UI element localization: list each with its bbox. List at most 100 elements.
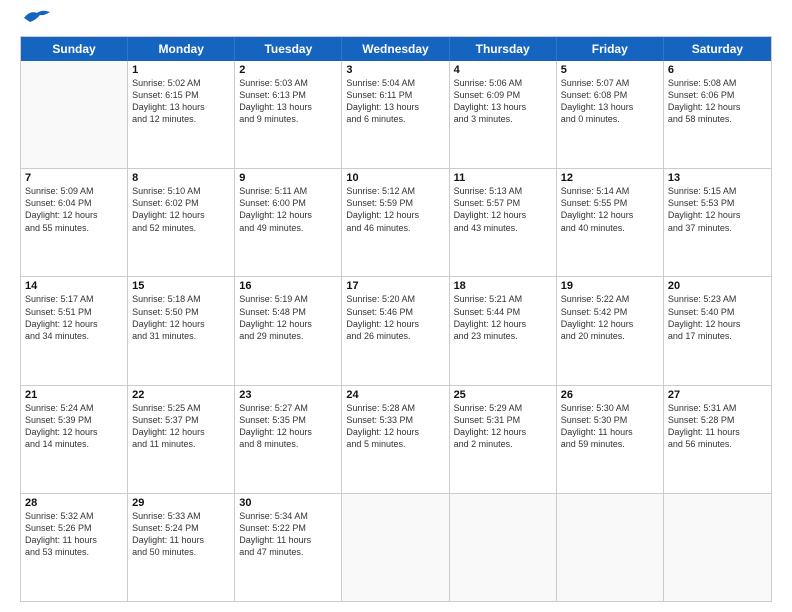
header-day-saturday: Saturday (664, 37, 771, 61)
day-number: 23 (239, 389, 337, 401)
day-info: Sunrise: 5:24 AM Sunset: 5:39 PM Dayligh… (25, 402, 123, 451)
day-number: 6 (668, 64, 767, 76)
day-cell-20: 20Sunrise: 5:23 AM Sunset: 5:40 PM Dayli… (664, 277, 771, 384)
day-info: Sunrise: 5:14 AM Sunset: 5:55 PM Dayligh… (561, 185, 659, 234)
day-info: Sunrise: 5:12 AM Sunset: 5:59 PM Dayligh… (346, 185, 444, 234)
day-number: 16 (239, 280, 337, 292)
day-number: 27 (668, 389, 767, 401)
day-number: 26 (561, 389, 659, 401)
header-day-monday: Monday (128, 37, 235, 61)
day-info: Sunrise: 5:09 AM Sunset: 6:04 PM Dayligh… (25, 185, 123, 234)
day-cell-1: 1Sunrise: 5:02 AM Sunset: 6:15 PM Daylig… (128, 61, 235, 168)
day-info: Sunrise: 5:31 AM Sunset: 5:28 PM Dayligh… (668, 402, 767, 451)
week-row-3: 14Sunrise: 5:17 AM Sunset: 5:51 PM Dayli… (21, 277, 771, 385)
day-cell-7: 7Sunrise: 5:09 AM Sunset: 6:04 PM Daylig… (21, 169, 128, 276)
day-info: Sunrise: 5:27 AM Sunset: 5:35 PM Dayligh… (239, 402, 337, 451)
day-info: Sunrise: 5:25 AM Sunset: 5:37 PM Dayligh… (132, 402, 230, 451)
day-cell-23: 23Sunrise: 5:27 AM Sunset: 5:35 PM Dayli… (235, 386, 342, 493)
day-number: 7 (25, 172, 123, 184)
day-cell-6: 6Sunrise: 5:08 AM Sunset: 6:06 PM Daylig… (664, 61, 771, 168)
day-info: Sunrise: 5:10 AM Sunset: 6:02 PM Dayligh… (132, 185, 230, 234)
header-day-tuesday: Tuesday (235, 37, 342, 61)
day-cell-3: 3Sunrise: 5:04 AM Sunset: 6:11 PM Daylig… (342, 61, 449, 168)
empty-cell (342, 494, 449, 601)
day-cell-15: 15Sunrise: 5:18 AM Sunset: 5:50 PM Dayli… (128, 277, 235, 384)
day-cell-18: 18Sunrise: 5:21 AM Sunset: 5:44 PM Dayli… (450, 277, 557, 384)
page: SundayMondayTuesdayWednesdayThursdayFrid… (0, 0, 792, 612)
day-info: Sunrise: 5:22 AM Sunset: 5:42 PM Dayligh… (561, 293, 659, 342)
day-cell-12: 12Sunrise: 5:14 AM Sunset: 5:55 PM Dayli… (557, 169, 664, 276)
day-number: 4 (454, 64, 552, 76)
day-info: Sunrise: 5:11 AM Sunset: 6:00 PM Dayligh… (239, 185, 337, 234)
day-number: 9 (239, 172, 337, 184)
day-info: Sunrise: 5:32 AM Sunset: 5:26 PM Dayligh… (25, 510, 123, 559)
week-row-4: 21Sunrise: 5:24 AM Sunset: 5:39 PM Dayli… (21, 386, 771, 494)
day-cell-27: 27Sunrise: 5:31 AM Sunset: 5:28 PM Dayli… (664, 386, 771, 493)
header-day-thursday: Thursday (450, 37, 557, 61)
day-info: Sunrise: 5:03 AM Sunset: 6:13 PM Dayligh… (239, 77, 337, 126)
day-number: 28 (25, 497, 123, 509)
day-cell-2: 2Sunrise: 5:03 AM Sunset: 6:13 PM Daylig… (235, 61, 342, 168)
day-cell-14: 14Sunrise: 5:17 AM Sunset: 5:51 PM Dayli… (21, 277, 128, 384)
day-number: 2 (239, 64, 337, 76)
empty-cell (450, 494, 557, 601)
day-number: 25 (454, 389, 552, 401)
day-number: 17 (346, 280, 444, 292)
day-cell-13: 13Sunrise: 5:15 AM Sunset: 5:53 PM Dayli… (664, 169, 771, 276)
day-number: 19 (561, 280, 659, 292)
day-number: 30 (239, 497, 337, 509)
day-info: Sunrise: 5:08 AM Sunset: 6:06 PM Dayligh… (668, 77, 767, 126)
empty-cell (664, 494, 771, 601)
header-day-wednesday: Wednesday (342, 37, 449, 61)
day-cell-11: 11Sunrise: 5:13 AM Sunset: 5:57 PM Dayli… (450, 169, 557, 276)
day-info: Sunrise: 5:30 AM Sunset: 5:30 PM Dayligh… (561, 402, 659, 451)
day-info: Sunrise: 5:02 AM Sunset: 6:15 PM Dayligh… (132, 77, 230, 126)
day-number: 3 (346, 64, 444, 76)
day-info: Sunrise: 5:15 AM Sunset: 5:53 PM Dayligh… (668, 185, 767, 234)
day-cell-16: 16Sunrise: 5:19 AM Sunset: 5:48 PM Dayli… (235, 277, 342, 384)
day-info: Sunrise: 5:07 AM Sunset: 6:08 PM Dayligh… (561, 77, 659, 126)
logo-bird-icon (22, 8, 52, 28)
day-info: Sunrise: 5:06 AM Sunset: 6:09 PM Dayligh… (454, 77, 552, 126)
day-cell-28: 28Sunrise: 5:32 AM Sunset: 5:26 PM Dayli… (21, 494, 128, 601)
day-number: 1 (132, 64, 230, 76)
day-cell-19: 19Sunrise: 5:22 AM Sunset: 5:42 PM Dayli… (557, 277, 664, 384)
day-cell-17: 17Sunrise: 5:20 AM Sunset: 5:46 PM Dayli… (342, 277, 449, 384)
logo (20, 18, 52, 28)
day-number: 14 (25, 280, 123, 292)
day-cell-8: 8Sunrise: 5:10 AM Sunset: 6:02 PM Daylig… (128, 169, 235, 276)
day-number: 20 (668, 280, 767, 292)
day-cell-4: 4Sunrise: 5:06 AM Sunset: 6:09 PM Daylig… (450, 61, 557, 168)
week-row-2: 7Sunrise: 5:09 AM Sunset: 6:04 PM Daylig… (21, 169, 771, 277)
day-info: Sunrise: 5:23 AM Sunset: 5:40 PM Dayligh… (668, 293, 767, 342)
day-info: Sunrise: 5:20 AM Sunset: 5:46 PM Dayligh… (346, 293, 444, 342)
day-number: 12 (561, 172, 659, 184)
calendar-body: 1Sunrise: 5:02 AM Sunset: 6:15 PM Daylig… (21, 61, 771, 601)
day-cell-30: 30Sunrise: 5:34 AM Sunset: 5:22 PM Dayli… (235, 494, 342, 601)
day-number: 24 (346, 389, 444, 401)
day-cell-29: 29Sunrise: 5:33 AM Sunset: 5:24 PM Dayli… (128, 494, 235, 601)
day-info: Sunrise: 5:33 AM Sunset: 5:24 PM Dayligh… (132, 510, 230, 559)
day-info: Sunrise: 5:04 AM Sunset: 6:11 PM Dayligh… (346, 77, 444, 126)
day-cell-24: 24Sunrise: 5:28 AM Sunset: 5:33 PM Dayli… (342, 386, 449, 493)
header-day-sunday: Sunday (21, 37, 128, 61)
empty-cell (21, 61, 128, 168)
header-day-friday: Friday (557, 37, 664, 61)
day-info: Sunrise: 5:29 AM Sunset: 5:31 PM Dayligh… (454, 402, 552, 451)
calendar-header: SundayMondayTuesdayWednesdayThursdayFrid… (21, 37, 771, 61)
empty-cell (557, 494, 664, 601)
day-info: Sunrise: 5:28 AM Sunset: 5:33 PM Dayligh… (346, 402, 444, 451)
day-info: Sunrise: 5:34 AM Sunset: 5:22 PM Dayligh… (239, 510, 337, 559)
day-number: 8 (132, 172, 230, 184)
week-row-5: 28Sunrise: 5:32 AM Sunset: 5:26 PM Dayli… (21, 494, 771, 601)
day-number: 5 (561, 64, 659, 76)
day-info: Sunrise: 5:18 AM Sunset: 5:50 PM Dayligh… (132, 293, 230, 342)
day-cell-21: 21Sunrise: 5:24 AM Sunset: 5:39 PM Dayli… (21, 386, 128, 493)
day-cell-26: 26Sunrise: 5:30 AM Sunset: 5:30 PM Dayli… (557, 386, 664, 493)
day-number: 15 (132, 280, 230, 292)
day-number: 13 (668, 172, 767, 184)
day-number: 10 (346, 172, 444, 184)
day-number: 22 (132, 389, 230, 401)
calendar: SundayMondayTuesdayWednesdayThursdayFrid… (20, 36, 772, 602)
day-info: Sunrise: 5:13 AM Sunset: 5:57 PM Dayligh… (454, 185, 552, 234)
